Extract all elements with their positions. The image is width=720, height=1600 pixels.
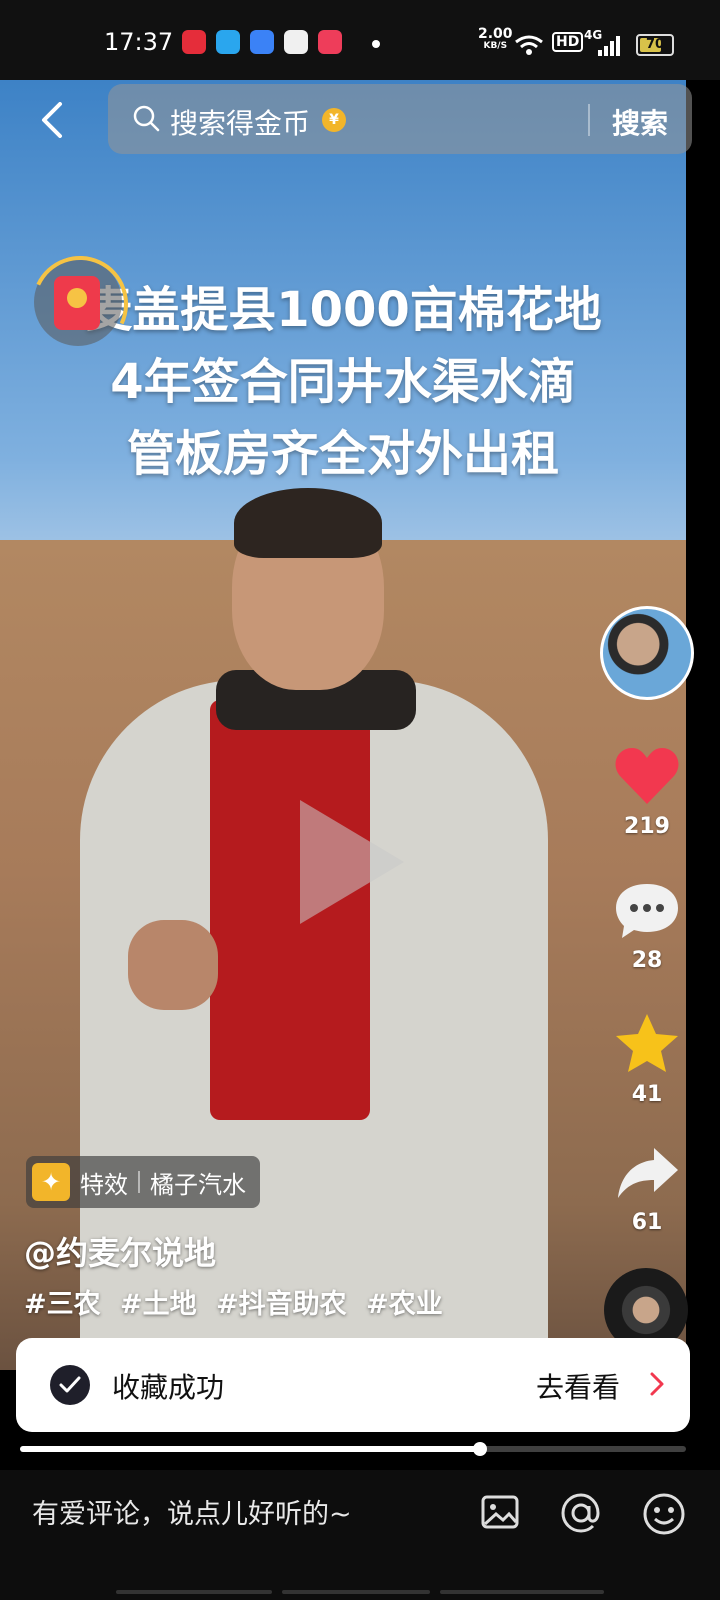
toast-message: 收藏成功 — [112, 1371, 225, 1404]
network-speed: 2.00 KB/S — [478, 26, 513, 51]
hashtag[interactable]: #土地 — [120, 1289, 197, 1320]
comment-icon — [616, 884, 678, 938]
video-app-icon — [318, 30, 342, 54]
effect-label: 特效 — [80, 1170, 128, 1199]
play-icon[interactable] — [300, 800, 404, 924]
check-icon — [50, 1365, 90, 1405]
color-app-icon — [284, 30, 308, 54]
video-progress-bar[interactable] — [20, 1442, 686, 1456]
comment-input[interactable]: 有爱评论，说点儿好听的~ — [32, 1492, 352, 1531]
progress-knob[interactable] — [472, 1442, 487, 1456]
hashtag[interactable]: #三农 — [24, 1289, 101, 1320]
search-bar[interactable]: 搜索得金币 ¥ 搜索 — [108, 84, 692, 154]
share-count: 61 — [631, 1210, 663, 1235]
effect-music-label: 橘子汽水 — [150, 1170, 246, 1199]
nav-indicator — [116, 1590, 272, 1594]
view-favorites-link[interactable]: 去看看 — [536, 1366, 620, 1406]
nav-indicator — [282, 1590, 430, 1594]
chip-divider — [138, 1171, 140, 1193]
sparkle-icon: ✦ — [32, 1163, 70, 1201]
star-icon — [616, 1014, 678, 1072]
comment-count: 28 — [631, 948, 663, 973]
person-hand — [128, 920, 218, 1010]
signal-icon — [598, 36, 620, 56]
hashtag[interactable]: #抖音助农 — [216, 1289, 347, 1320]
share-button[interactable]: 61 — [612, 1146, 682, 1235]
share-icon — [618, 1148, 678, 1198]
effect-chip[interactable]: ✦ 特效 橘子汽水 — [26, 1156, 260, 1208]
person-hair — [234, 488, 382, 558]
status-bar: 17:37 2.00 KB/S HD 4G 70 — [0, 0, 720, 80]
nav-indicator — [440, 1590, 604, 1594]
favorite-count: 41 — [631, 1082, 663, 1107]
hashtag[interactable]: #农业 — [366, 1289, 443, 1320]
blue-app-icon — [216, 30, 240, 54]
wifi-icon — [515, 35, 543, 55]
red-envelope-seal — [67, 288, 87, 308]
comment-bar: 有爱评论，说点儿好听的~ — [0, 1470, 720, 1600]
favorite-toast: 收藏成功 去看看 — [16, 1338, 690, 1432]
like-count: 219 — [624, 814, 670, 839]
video-caption-line-2: 4年签合同井水渠水滴 — [110, 354, 576, 410]
hd-badge: HD — [552, 32, 584, 52]
heart-icon — [615, 748, 679, 804]
search-input[interactable]: 搜索得金币 — [170, 102, 310, 142]
search-button[interactable]: 搜索 — [612, 102, 668, 142]
coin-icon: ¥ — [322, 108, 346, 132]
search-divider — [588, 104, 590, 136]
red-app-icon — [182, 30, 206, 54]
chevron-right-icon[interactable] — [648, 1370, 666, 1398]
back-icon[interactable] — [36, 102, 72, 138]
cloud-app-icon — [250, 30, 274, 54]
video-caption-line-3: 管板房齐全对外出租 — [126, 426, 559, 482]
favorite-button[interactable]: 41 — [612, 1012, 682, 1107]
mention-icon[interactable] — [560, 1492, 602, 1534]
like-button[interactable]: 219 — [612, 746, 682, 839]
emoji-icon[interactable] — [642, 1492, 686, 1536]
battery-icon: 70 — [636, 34, 674, 56]
status-time: 17:37 — [104, 28, 174, 56]
search-icon — [133, 105, 160, 132]
red-packet-button[interactable] — [18, 242, 142, 366]
hashtag-list: #三农 #土地 #抖音助农 #农业 — [24, 1282, 453, 1321]
comment-button[interactable]: 28 — [612, 880, 682, 973]
author-avatar[interactable] — [600, 606, 694, 700]
notification-dot — [372, 40, 380, 48]
author-name[interactable]: @约麦尔说地 — [24, 1228, 216, 1274]
progress-fill — [20, 1446, 480, 1452]
image-icon[interactable] — [480, 1492, 520, 1532]
